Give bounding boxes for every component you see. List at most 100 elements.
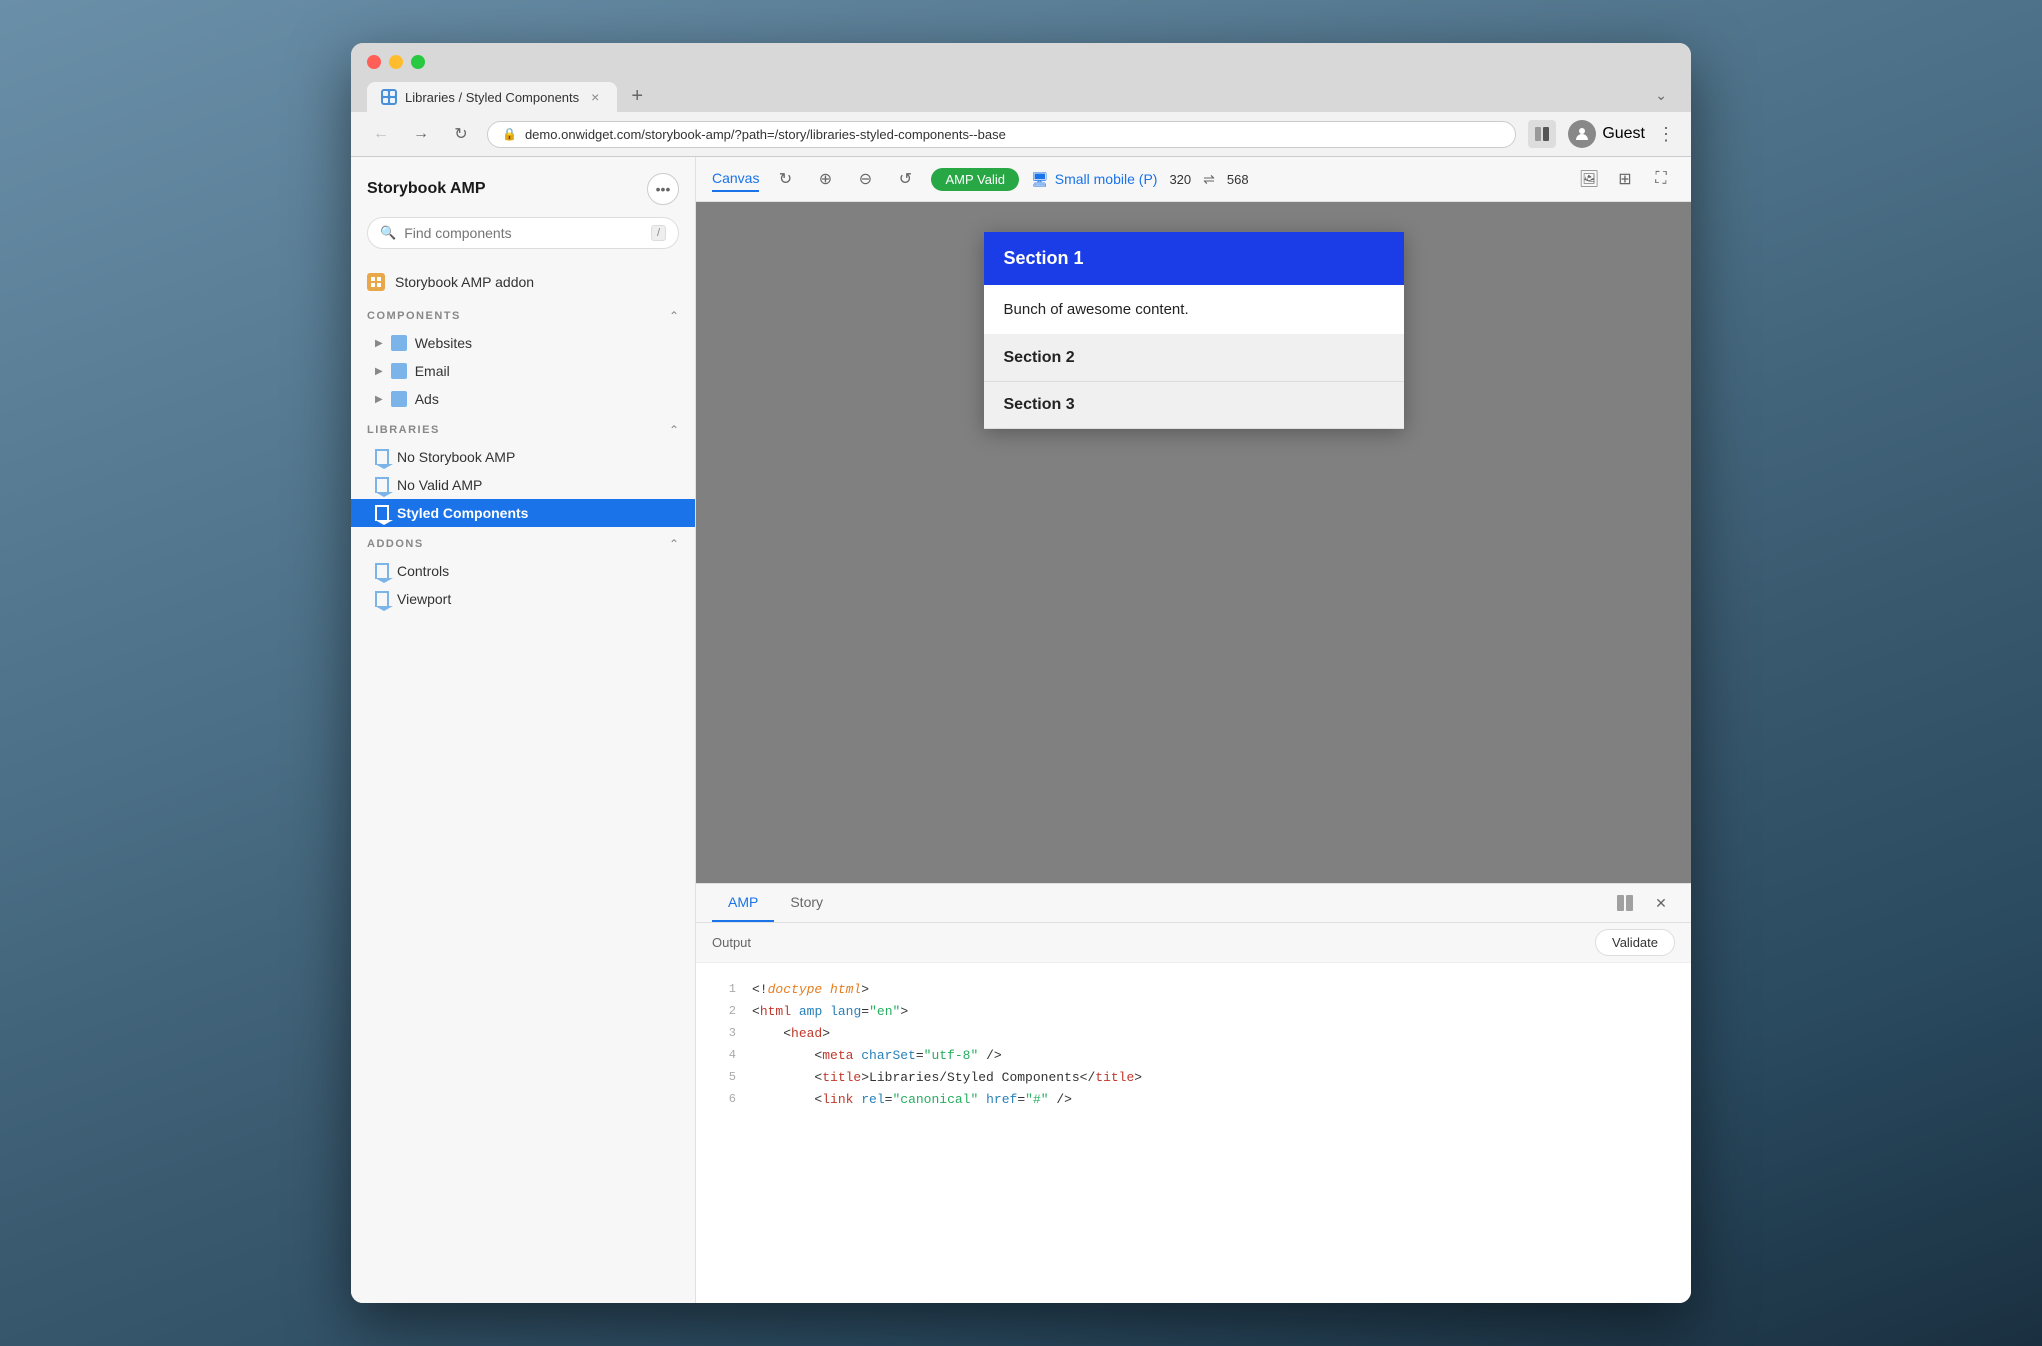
line-number: 5 bbox=[712, 1067, 736, 1089]
image-view-button[interactable]: 🖼 bbox=[1575, 165, 1603, 193]
code-line-2: 2 <html amp lang="en"> bbox=[696, 1001, 1691, 1023]
bookmark-icon bbox=[375, 449, 389, 465]
code-text: <html amp lang="en"> bbox=[752, 1001, 908, 1023]
preview-content: Bunch of awesome content. bbox=[984, 285, 1404, 335]
validate-button[interactable]: Validate bbox=[1595, 929, 1675, 956]
sidebar-item-websites[interactable]: ▶ Websites bbox=[351, 329, 695, 357]
sidebar-item-email[interactable]: ▶ Email bbox=[351, 357, 695, 385]
viewport-label: Viewport bbox=[397, 591, 451, 607]
sidebar-menu-button[interactable]: ••• bbox=[647, 173, 679, 205]
traffic-lights bbox=[367, 55, 1675, 69]
bookmark-icon bbox=[375, 591, 389, 607]
line-number: 6 bbox=[712, 1089, 736, 1111]
tree-arrow-icon: ▶ bbox=[375, 338, 383, 349]
active-tab[interactable]: Libraries / Styled Components × bbox=[367, 82, 617, 112]
forward-button[interactable]: → bbox=[407, 120, 435, 148]
addon-label: Storybook AMP addon bbox=[395, 274, 534, 290]
tab-chevron-icon[interactable]: ⌄ bbox=[1647, 79, 1675, 112]
canvas-toolbar-right: 🖼 ⊞ ⛶ bbox=[1575, 165, 1675, 193]
sidebar-item-styled-components[interactable]: Styled Components bbox=[351, 499, 695, 527]
viewport-selector[interactable]: 🖥 Small mobile (P) bbox=[1031, 171, 1157, 188]
addon-icon bbox=[367, 273, 385, 291]
browser-menu-button[interactable]: ⋮ bbox=[1657, 124, 1675, 145]
zoom-out-button[interactable]: ⊖ bbox=[851, 165, 879, 193]
amp-valid-badge[interactable]: AMP Valid bbox=[931, 168, 1019, 191]
preview-section-3: Section 3 bbox=[984, 382, 1404, 429]
code-area: 1 <!doctype html> 2 <html amp lang="en">… bbox=[696, 963, 1691, 1303]
code-text: <meta charSet="utf-8" /> bbox=[752, 1045, 1002, 1067]
line-number: 3 bbox=[712, 1023, 736, 1045]
code-line-4: 4 <meta charSet="utf-8" /> bbox=[696, 1045, 1691, 1067]
websites-icon bbox=[391, 335, 407, 351]
code-text: <head> bbox=[752, 1023, 830, 1045]
tree-arrow-icon: ▶ bbox=[375, 394, 383, 405]
sidebar-toggle-button[interactable] bbox=[1528, 120, 1556, 148]
profile-avatar bbox=[1568, 120, 1596, 148]
refresh-button[interactable]: ↻ bbox=[447, 120, 475, 148]
sidebar-item-ads[interactable]: ▶ Ads bbox=[351, 385, 695, 413]
components-label: COMPONENTS bbox=[367, 310, 461, 322]
preview-section-3-title: Section 3 bbox=[1004, 396, 1384, 414]
zoom-in-button[interactable]: ⊕ bbox=[811, 165, 839, 193]
reset-zoom-button[interactable]: ↺ bbox=[891, 165, 919, 193]
back-button[interactable]: ← bbox=[367, 120, 395, 148]
sidebar-item-viewport[interactable]: Viewport bbox=[351, 585, 695, 613]
preview-body-text: Bunch of awesome content. bbox=[1004, 301, 1384, 318]
main-panel: Canvas ↻ ⊕ ⊖ ↺ AMP Valid 🖥 Small mobile … bbox=[696, 157, 1691, 1303]
sidebar-header: Storybook AMP ••• bbox=[351, 157, 695, 217]
lib-label: Styled Components bbox=[397, 505, 528, 521]
search-shortcut: / bbox=[651, 225, 666, 241]
new-tab-button[interactable]: + bbox=[621, 80, 653, 112]
close-button[interactable] bbox=[367, 55, 381, 69]
tab-favicon bbox=[381, 89, 397, 105]
fullscreen-button[interactable]: ⛶ bbox=[1647, 165, 1675, 193]
addons-chevron-icon[interactable]: ⌃ bbox=[669, 537, 679, 551]
code-line-1: 1 <!doctype html> bbox=[696, 979, 1691, 1001]
close-panel-button[interactable]: ✕ bbox=[1647, 889, 1675, 917]
resize-icon: ⇌ bbox=[1203, 171, 1215, 188]
sidebar-item-controls[interactable]: Controls bbox=[351, 557, 695, 585]
split-view-button[interactable] bbox=[1611, 889, 1639, 917]
lock-icon: 🔒 bbox=[502, 127, 517, 141]
browser-chrome: Libraries / Styled Components × + ⌄ bbox=[351, 43, 1691, 112]
code-line-6: 6 <link rel="canonical" href="#" /> bbox=[696, 1089, 1691, 1111]
addons-label: ADDONS bbox=[367, 538, 424, 550]
code-line-3: 3 <head> bbox=[696, 1023, 1691, 1045]
search-box[interactable]: 🔍 / bbox=[367, 217, 679, 249]
minimize-button[interactable] bbox=[389, 55, 403, 69]
tree-arrow-icon: ▶ bbox=[375, 366, 383, 377]
tab-close-button[interactable]: × bbox=[587, 89, 603, 105]
components-chevron-icon[interactable]: ⌃ bbox=[669, 309, 679, 323]
refresh-canvas-button[interactable]: ↻ bbox=[771, 165, 799, 193]
libraries-chevron-icon[interactable]: ⌃ bbox=[669, 423, 679, 437]
code-line-5: 5 <title>Libraries/Styled Components</ti… bbox=[696, 1067, 1691, 1089]
bookmark-icon bbox=[375, 477, 389, 493]
sidebar-item-no-storybook-amp[interactable]: No Storybook AMP bbox=[351, 443, 695, 471]
libraries-section-header: LIBRARIES ⌃ bbox=[351, 413, 695, 443]
sidebar-item-no-valid-amp[interactable]: No Valid AMP bbox=[351, 471, 695, 499]
tab-bar: Libraries / Styled Components × + ⌄ bbox=[367, 79, 1675, 112]
tab-story[interactable]: Story bbox=[774, 884, 839, 922]
canvas-tab[interactable]: Canvas bbox=[712, 166, 759, 192]
viewport-icon: 🖥 bbox=[1031, 171, 1049, 188]
profile-button[interactable]: Guest bbox=[1568, 120, 1645, 148]
browser-content: Storybook AMP ••• 🔍 / bbox=[351, 157, 1691, 1303]
sidebar-title: Storybook AMP bbox=[367, 180, 486, 198]
code-text: <link rel="canonical" href="#" /> bbox=[752, 1089, 1072, 1111]
address-bar: ← → ↻ 🔒 demo.onwidget.com/storybook-amp/… bbox=[351, 112, 1691, 157]
ads-icon bbox=[391, 391, 407, 407]
canvas-area: Section 1 Bunch of awesome content. Sect… bbox=[696, 202, 1691, 883]
dots-icon: ••• bbox=[656, 181, 671, 197]
lib-label: No Storybook AMP bbox=[397, 449, 515, 465]
sidebar: Storybook AMP ••• 🔍 / bbox=[351, 157, 696, 1303]
url-bar[interactable]: 🔒 demo.onwidget.com/storybook-amp/?path=… bbox=[487, 121, 1516, 148]
grid-view-button[interactable]: ⊞ bbox=[1611, 165, 1639, 193]
code-toolbar: Output Validate bbox=[696, 923, 1691, 963]
preview-section-1-title: Section 1 bbox=[1004, 248, 1384, 269]
tab-amp[interactable]: AMP bbox=[712, 884, 774, 922]
sidebar-item-storybook-addon[interactable]: Storybook AMP addon bbox=[351, 265, 695, 299]
url-text: demo.onwidget.com/storybook-amp/?path=/s… bbox=[525, 127, 1501, 142]
maximize-button[interactable] bbox=[411, 55, 425, 69]
search-input[interactable] bbox=[404, 225, 643, 241]
viewport-name: Small mobile (P) bbox=[1055, 171, 1158, 187]
